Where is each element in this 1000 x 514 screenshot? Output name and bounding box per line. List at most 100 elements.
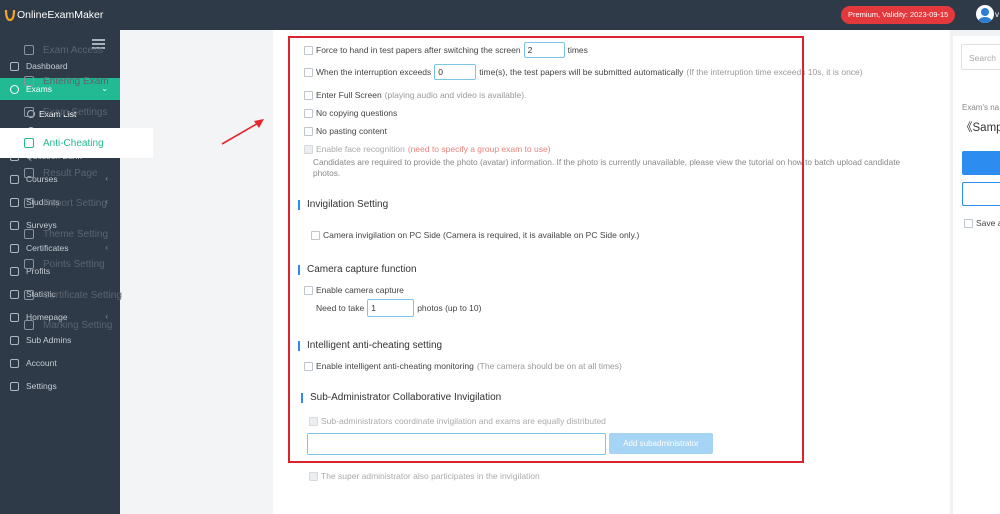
anti-cheating-icon <box>24 138 34 148</box>
menu-exam-access[interactable]: Exam Access <box>0 35 153 65</box>
account-icon <box>10 358 19 368</box>
top-bar: OnlineExamMaker Premium, Validity: 2023-… <box>0 0 1000 30</box>
user-initial[interactable]: v <box>995 10 999 19</box>
menu-item-label: Anti-Cheating <box>43 137 104 149</box>
interruption-suffix: time(s), the test papers will be submitt… <box>479 67 684 77</box>
settings-icon <box>10 381 19 391</box>
interruption-checkbox[interactable] <box>304 67 313 77</box>
photo-count-row: Need to take 1 photos (up to 10) <box>316 299 481 317</box>
no-pasting-checkbox[interactable] <box>304 126 313 136</box>
menu-item-label: Marking Setting <box>43 319 113 331</box>
menu-report-setting[interactable]: Report Setting <box>0 188 153 218</box>
exam-settings-icon <box>24 107 34 117</box>
annotation-arrow-icon <box>221 119 264 145</box>
sub-admin-coordinate-row: Sub-administrators coordinate invigilati… <box>309 416 606 426</box>
add-subadministrator-button[interactable]: Add subadministrator <box>609 433 713 454</box>
no-copying-label: No copying questions <box>316 108 398 118</box>
sub-admin-coordinate-checkbox[interactable] <box>309 416 318 426</box>
full-screen-label: Enter Full Screen <box>316 90 382 100</box>
face-recognition-note: (need to specify a group exam to use) <box>407 144 551 154</box>
intelligent-section-title: Intelligent anti-cheating setting <box>298 341 442 351</box>
force-hand-in-row: Force to hand in test papers after switc… <box>304 42 588 58</box>
avatar[interactable] <box>976 5 994 23</box>
camera-capture-label: Enable camera capture <box>316 285 404 295</box>
menu-item-label: Entering Exam <box>43 75 109 87</box>
menu-item-label: Theme Setting <box>43 228 109 240</box>
theme-setting-icon <box>24 229 34 239</box>
menu-theme-setting[interactable]: Theme Setting <box>0 219 153 249</box>
full-screen-note: (playing audio and video is available). <box>384 90 527 100</box>
entering-exam-icon <box>24 76 34 86</box>
sidebar-item-label: Account <box>26 358 57 368</box>
intelligent-note: (The camera should be on at all times) <box>476 361 622 371</box>
menu-certificate-setting[interactable]: Certificate Setting <box>0 280 153 310</box>
sub-admin-coordinate-label: Sub-administrators coordinate invigilati… <box>321 416 606 426</box>
super-admin-checkbox[interactable] <box>309 471 318 481</box>
camera-capture-section-title: Camera capture function <box>298 265 417 275</box>
subadministrator-input[interactable] <box>307 433 606 455</box>
exam-name-label: Exam's na <box>962 103 1000 112</box>
force-hand-in-label: Force to hand in test papers after switc… <box>316 45 521 55</box>
save-checkbox[interactable] <box>964 218 973 228</box>
menu-item-label: Report Setting <box>43 197 107 209</box>
super-admin-row: The super administrator also participate… <box>309 471 540 481</box>
face-recognition-description: Candidates are required to provide the p… <box>313 157 901 178</box>
super-admin-label: The super administrator also participate… <box>321 471 540 481</box>
no-copying-checkbox[interactable] <box>304 108 313 118</box>
menu-exam-settings[interactable]: Exam Settings <box>0 97 153 127</box>
camera-pc-row: Camera invigilation on PC Side (Camera i… <box>311 230 639 240</box>
camera-pc-checkbox[interactable] <box>311 230 320 240</box>
interruption-label: When the interruption exceeds <box>316 67 432 77</box>
primary-action-button[interactable] <box>962 151 1000 175</box>
search-input[interactable]: Search <box>961 44 1000 70</box>
points-setting-icon <box>24 259 34 269</box>
interruption-note: (If the interruption time exceeds 10s, i… <box>686 67 863 77</box>
logo[interactable]: OnlineExamMaker <box>4 8 103 22</box>
camera-capture-row: Enable camera capture <box>304 285 404 295</box>
menu-entering-exam[interactable]: Entering Exam <box>0 66 153 96</box>
sidebar-item-settings[interactable]: Settings <box>0 375 120 397</box>
no-pasting-label: No pasting content <box>316 126 387 136</box>
menu-result-page[interactable]: Result Page <box>0 158 153 188</box>
secondary-action-button[interactable] <box>962 182 1000 206</box>
sub-admin-section-title: Sub-Administrator Collaborative Invigila… <box>301 393 501 403</box>
sidebar-item-label: Settings <box>26 381 57 391</box>
no-copying-row: No copying questions <box>304 108 397 118</box>
face-recognition-row: Enable face recognition (need to specify… <box>304 144 551 154</box>
menu-item-label: Points Setting <box>43 258 105 270</box>
intelligent-checkbox[interactable] <box>304 361 313 371</box>
face-recognition-label: Enable face recognition <box>316 144 405 154</box>
result-page-icon <box>24 168 34 178</box>
camera-pc-label: Camera invigilation on PC Side (Camera i… <box>323 230 640 240</box>
logo-icon <box>4 9 16 22</box>
interruption-row: When the interruption exceeds 0 time(s),… <box>304 64 863 80</box>
logo-text: OnlineExamMaker <box>17 9 104 21</box>
marking-setting-icon <box>24 320 34 330</box>
menu-item-label: Result Page <box>43 167 98 179</box>
switch-times-input[interactable]: 2 <box>523 42 565 58</box>
menu-item-label: Exam Access <box>43 44 104 56</box>
photo-count-input[interactable]: 1 <box>367 299 415 317</box>
menu-points-setting[interactable]: Points Setting <box>0 249 153 279</box>
exam-name-value: 《Sampl <box>961 122 1000 134</box>
camera-capture-checkbox[interactable] <box>304 285 313 295</box>
force-hand-in-checkbox[interactable] <box>304 45 313 55</box>
switch-times-suffix: times <box>567 45 588 55</box>
invigilation-section-title: Invigilation Setting <box>298 200 388 210</box>
full-screen-checkbox[interactable] <box>304 90 313 100</box>
sidebar-item-account[interactable]: Account <box>0 352 120 374</box>
interruption-times-input[interactable]: 0 <box>434 64 477 80</box>
menu-item-label: Exam Settings <box>43 106 108 118</box>
full-screen-row: Enter Full Screen (playing audio and vid… <box>304 90 526 100</box>
menu-marking-setting[interactable]: Marking Setting <box>0 310 153 340</box>
report-setting-icon <box>24 198 34 208</box>
certificate-setting-icon <box>24 290 34 300</box>
intelligent-label: Enable intelligent anti-cheating monitor… <box>316 361 474 371</box>
menu-anti-cheating[interactable]: Anti-Cheating <box>0 128 153 158</box>
face-recognition-checkbox[interactable] <box>304 144 313 154</box>
premium-badge[interactable]: Premium, Validity: 2023-09-15 <box>841 6 956 24</box>
no-pasting-row: No pasting content <box>304 126 387 136</box>
intelligent-row: Enable intelligent anti-cheating monitor… <box>304 361 622 371</box>
photo-count-suffix: photos (up to 10) <box>417 303 482 313</box>
photo-count-prefix: Need to take <box>316 303 365 313</box>
